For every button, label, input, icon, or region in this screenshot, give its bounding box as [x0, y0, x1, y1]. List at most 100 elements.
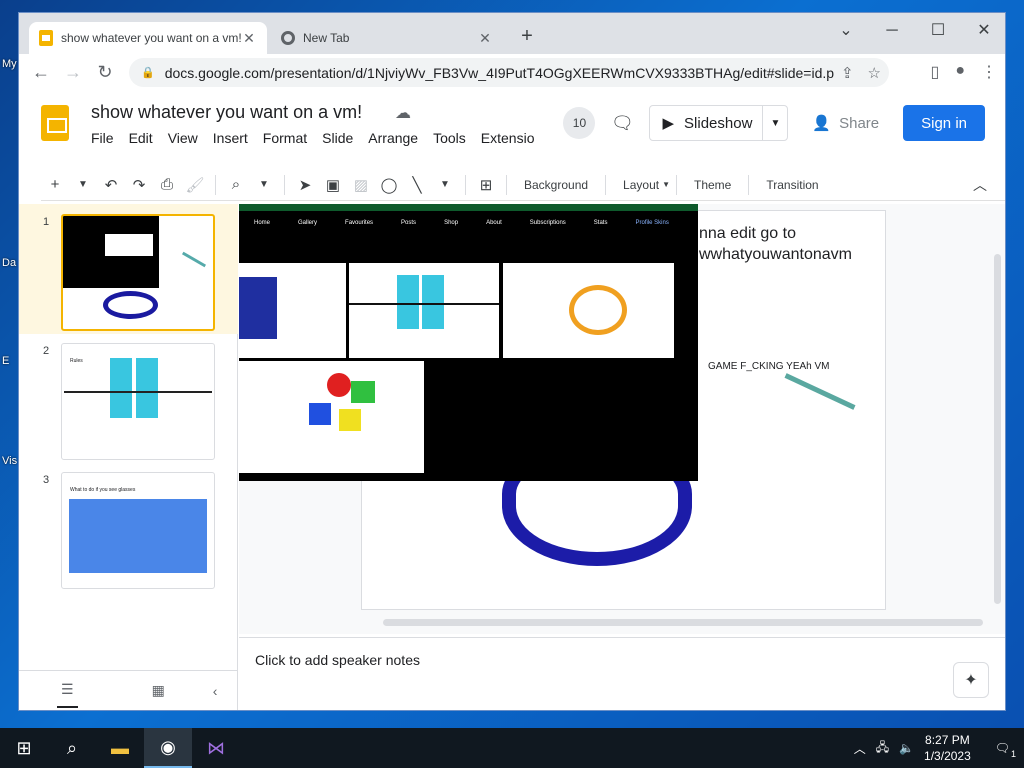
maximize-button[interactable]: ☐ — [915, 17, 961, 45]
print-icon[interactable]: ⎙ — [153, 176, 181, 193]
menu-format[interactable]: Format — [263, 130, 307, 146]
chevron-up-icon[interactable]: ︿ — [973, 175, 987, 195]
desktop-icon-label[interactable]: E — [2, 355, 9, 367]
viewer-count-badge[interactable]: 10 — [563, 107, 596, 139]
slides-logo-icon[interactable] — [41, 105, 69, 141]
forward-icon[interactable]: → — [57, 62, 89, 83]
clock[interactable]: 8:27 PM 1/3/2023 — [924, 732, 971, 764]
list-view-icon[interactable]: ☰ — [57, 673, 78, 708]
address-bar[interactable]: 🔒 docs.google.com/presentation/d/1NjviyW… — [129, 58, 889, 87]
url-text[interactable]: docs.google.com/presentation/d/1NjviyWv_… — [165, 65, 845, 81]
redo-icon[interactable]: ↷ — [125, 176, 153, 194]
chevron-down-icon[interactable]: ▼ — [69, 179, 97, 190]
shape-icon[interactable]: ◯ — [375, 176, 403, 194]
windows-start-icon[interactable]: ⊞ — [0, 728, 48, 768]
undo-icon[interactable]: ↶ — [97, 176, 125, 194]
slide-text-line[interactable]: nna edit go to — [699, 223, 796, 244]
menu-bar: File Edit View Insert Format Slide Arran… — [91, 130, 549, 146]
close-icon[interactable]: ✕ — [241, 30, 257, 47]
menu-arrange[interactable]: Arrange — [368, 130, 418, 146]
tab-search-icon[interactable]: ⌄ — [823, 17, 869, 45]
close-window-button[interactable]: ✕ — [961, 17, 1005, 45]
menu-edit[interactable]: Edit — [129, 130, 153, 146]
side-panel-icon[interactable]: ▯ — [931, 62, 940, 82]
cloud-status-icon[interactable]: ☁ — [395, 103, 411, 123]
chevron-up-icon[interactable]: ︿ — [854, 740, 866, 757]
chrome-taskbar-icon[interactable]: ◉ — [144, 728, 192, 768]
desktop-icon-label[interactable]: Vis — [2, 455, 17, 467]
menu-view[interactable]: View — [168, 130, 198, 146]
gallery-drawing — [339, 409, 361, 431]
speaker-notes-placeholder[interactable]: Click to add speaker notes — [255, 652, 420, 668]
horizontal-scrollbar[interactable] — [383, 619, 983, 626]
select-cursor-icon[interactable]: ➤ — [291, 176, 319, 194]
background-button[interactable]: Background — [513, 178, 599, 192]
notification-icon[interactable]: 🗨 1 — [995, 741, 1016, 759]
gallery-nav-item: Shop — [444, 220, 459, 226]
slide-thumbnail-1[interactable] — [61, 214, 215, 331]
zoom-icon[interactable]: ⌕ — [222, 176, 250, 193]
image-icon[interactable]: ▨ — [347, 176, 375, 194]
visual-studio-icon[interactable]: ⋈ — [192, 728, 240, 768]
sign-in-button[interactable]: Sign in — [903, 105, 985, 141]
thumb-drawing — [103, 291, 158, 319]
menu-insert[interactable]: Insert — [213, 130, 248, 146]
gallery-drawing — [422, 275, 444, 329]
text-box-icon[interactable]: ▣ — [319, 176, 347, 194]
menu-file[interactable]: File — [91, 130, 114, 146]
tab-new-tab[interactable]: New Tab ✕ — [271, 22, 503, 54]
bookmark-star-icon[interactable]: ☆ — [868, 64, 881, 82]
chevron-down-icon[interactable]: ▼ — [250, 179, 278, 190]
line-icon[interactable]: ╲ — [403, 176, 431, 194]
search-icon[interactable]: ⌕ — [48, 728, 96, 768]
theme-button[interactable]: Theme — [683, 178, 742, 192]
network-icon[interactable]: 🖧 — [876, 738, 889, 759]
chevron-down-icon[interactable]: ▼ — [431, 179, 459, 190]
filmstrip-footer: ☰ ▦ ‹ — [19, 670, 238, 710]
divider — [676, 174, 677, 195]
speaker-notes[interactable]: Click to add speaker notes ✦ — [239, 637, 1005, 710]
desktop-icon-label[interactable]: My — [2, 58, 17, 70]
new-tab-button[interactable]: + — [517, 25, 537, 48]
chevron-down-icon[interactable]: ▼ — [763, 118, 787, 129]
menu-slide[interactable]: Slide — [322, 130, 353, 146]
volume-icon[interactable]: 🔈 — [899, 741, 914, 755]
slide-canvas-area: nna edit go to wwhatyouwantonavm GAME F_… — [239, 204, 1005, 634]
slide-thumbnail-2[interactable]: Rules — [61, 343, 215, 460]
comment-icon[interactable]: 🗨 — [605, 113, 639, 134]
paint-format-icon[interactable]: 🖌 — [181, 176, 209, 194]
menu-extensions[interactable]: Extensio — [481, 130, 535, 146]
slide-text-line[interactable]: wwhatyouwantonavm — [699, 244, 852, 265]
share-page-icon[interactable]: ⇪ — [841, 64, 854, 82]
gallery-nav: Home Gallery Favourites Posts Shop About… — [239, 212, 698, 234]
reload-icon[interactable]: ↻ — [89, 62, 121, 83]
slide-line-shape[interactable] — [784, 373, 856, 410]
desktop-icon-label[interactable]: Da — [2, 257, 16, 269]
profile-icon[interactable]: ● — [955, 62, 965, 82]
gallery-drawing — [569, 285, 627, 335]
more-menu-icon[interactable]: ⋮ — [981, 62, 997, 82]
vertical-scrollbar[interactable] — [994, 254, 1001, 604]
new-slide-icon[interactable]: + — [41, 176, 69, 193]
lock-icon[interactable]: 🔒 — [141, 66, 155, 79]
divider — [215, 174, 216, 195]
tab-slides[interactable]: show whatever you want on a vm! ✕ — [29, 22, 267, 54]
add-comment-icon[interactable]: ⊞ — [472, 176, 500, 194]
menu-tools[interactable]: Tools — [433, 130, 466, 146]
back-icon[interactable]: ← — [25, 62, 57, 83]
file-explorer-icon[interactable]: ▬ — [96, 728, 144, 768]
slide-caption[interactable]: GAME F_CKING YEAh VM — [708, 361, 830, 372]
share-button[interactable]: 👤 Share — [798, 105, 893, 141]
document-title[interactable]: show whatever you want on a vm! — [91, 102, 362, 123]
slideshow-button[interactable]: ▶ Slideshow ▼ — [649, 105, 789, 141]
close-icon[interactable]: ✕ — [477, 30, 493, 47]
slide-thumbnail-3[interactable]: What to do if you see glasses — [61, 472, 215, 589]
pasted-gallery-image[interactable]: Home Gallery Favourites Posts Shop About… — [239, 204, 698, 481]
transition-button[interactable]: Transition — [755, 178, 829, 192]
sparkle-assist-icon[interactable]: ✦ — [953, 662, 989, 698]
chevron-left-icon[interactable]: ‹ — [213, 683, 218, 699]
thumb-drawing — [110, 358, 132, 418]
minimize-button[interactable]: ─ — [869, 17, 915, 45]
chevron-down-icon[interactable]: ▼ — [662, 180, 670, 189]
grid-view-icon[interactable]: ▦ — [152, 682, 165, 699]
